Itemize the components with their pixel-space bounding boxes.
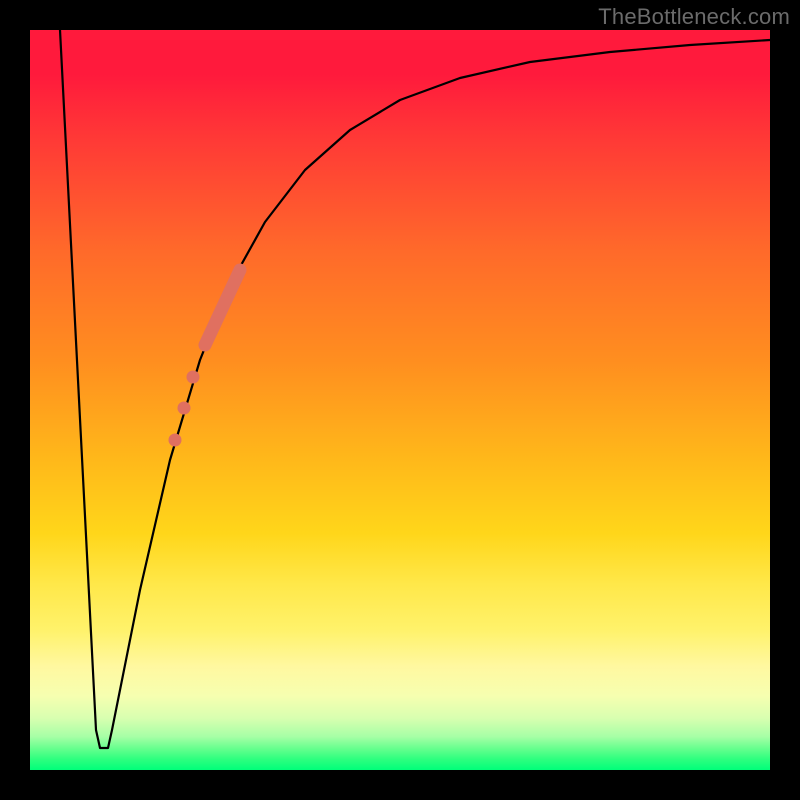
highlighted-dots-group: [169, 371, 200, 447]
highlighted-range-bar: [205, 270, 240, 345]
curve-svg: [30, 30, 770, 770]
watermark-text: TheBottleneck.com: [598, 4, 790, 30]
bottleneck-curve: [60, 30, 770, 748]
highlighted-dot: [187, 371, 200, 384]
highlighted-dot: [169, 434, 182, 447]
highlighted-dot: [178, 402, 191, 415]
plot-area: [30, 30, 770, 770]
chart-stage: TheBottleneck.com: [0, 0, 800, 800]
